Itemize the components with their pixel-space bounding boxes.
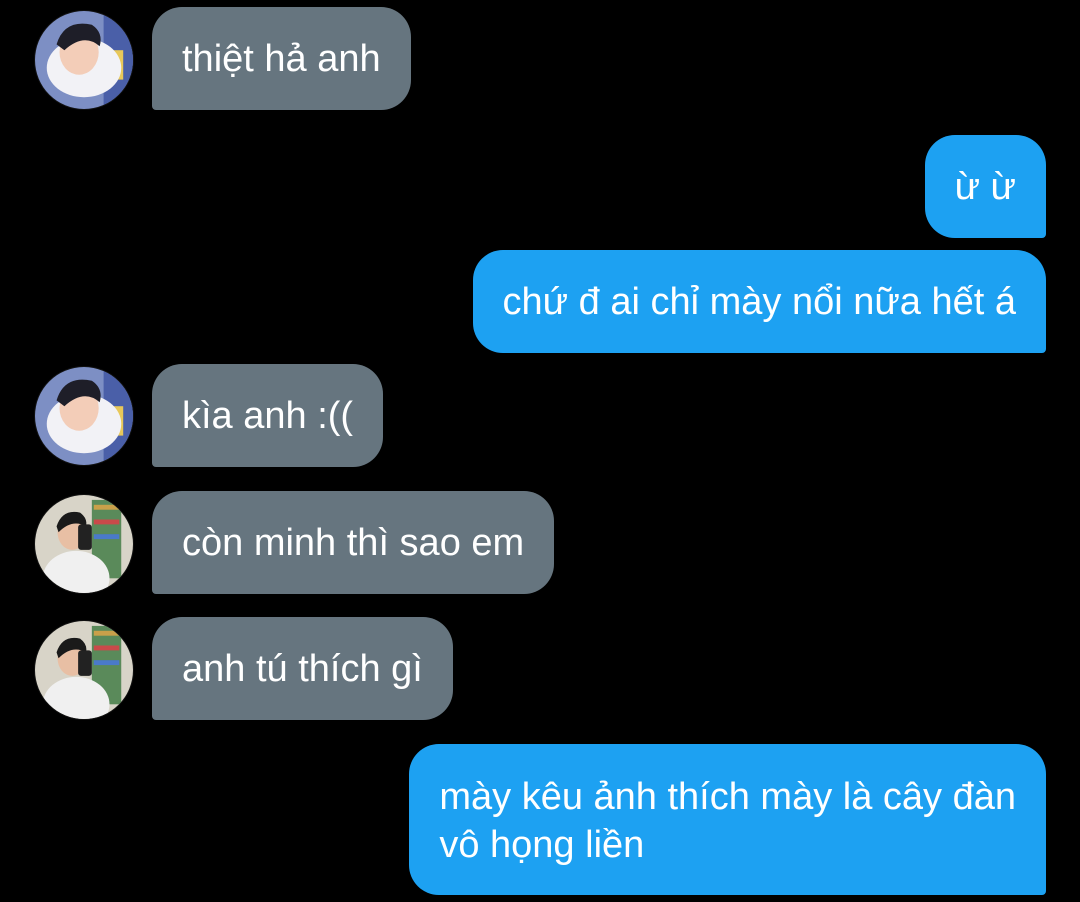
avatar-photo-icon bbox=[35, 11, 133, 109]
message-text: thiệt hả anh bbox=[182, 38, 381, 80]
message-text: kìa anh :(( bbox=[182, 395, 354, 437]
message-text: chứ đ ai chỉ mày nổi nữa hết á bbox=[502, 281, 1016, 323]
message-bubble-incoming[interactable]: thiệt hả anh bbox=[152, 7, 411, 110]
avatar-photo-icon bbox=[35, 495, 133, 593]
message-text: ừ ừ bbox=[954, 166, 1016, 208]
message-bubble-outgoing[interactable]: ừ ừ bbox=[924, 135, 1046, 238]
message-bubble-incoming[interactable]: kìa anh :(( bbox=[152, 364, 384, 467]
message-text-line: mày kêu ảnh thích mày là cây đàn bbox=[439, 776, 1016, 818]
sender-avatar[interactable] bbox=[34, 366, 134, 466]
message-bubble-incoming[interactable]: còn minh thì sao em bbox=[152, 491, 555, 594]
avatar-photo-icon bbox=[35, 367, 133, 465]
message-bubble-incoming[interactable]: anh tú thích gì bbox=[152, 617, 453, 720]
message-text: anh tú thích gì bbox=[182, 648, 423, 690]
message-text-line: vô họng liền bbox=[439, 824, 645, 866]
message-bubble-outgoing[interactable]: chứ đ ai chỉ mày nổi nữa hết á bbox=[472, 250, 1046, 353]
message-text: còn minh thì sao em bbox=[182, 522, 525, 564]
message-bubble-outgoing[interactable]: mày kêu ảnh thích mày là cây đàn vô họng… bbox=[409, 744, 1046, 895]
sender-avatar[interactable] bbox=[34, 620, 134, 720]
avatar-photo-icon bbox=[35, 621, 133, 719]
sender-avatar[interactable] bbox=[34, 494, 134, 594]
sender-avatar[interactable] bbox=[34, 10, 134, 110]
